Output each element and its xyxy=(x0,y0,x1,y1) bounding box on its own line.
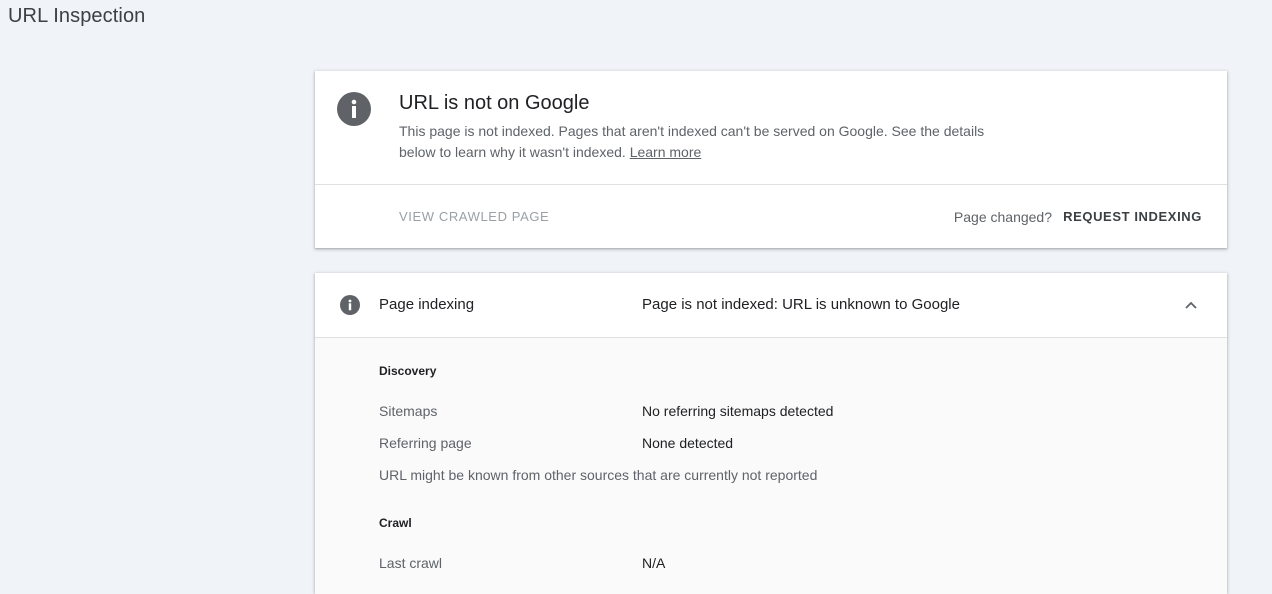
view-crawled-page-button[interactable]: VIEW CRAWLED PAGE xyxy=(399,209,549,224)
page-indexing-header[interactable]: Page indexing Page is not indexed: URL i… xyxy=(315,273,1227,338)
info-icon xyxy=(340,295,360,315)
status-summary: URL is not on Google This page is not in… xyxy=(315,71,1227,185)
page-indexing-label: Page indexing xyxy=(379,296,475,313)
crawl-heading: Crawl xyxy=(379,516,412,530)
request-indexing-button[interactable]: REQUEST INDEXING xyxy=(1063,209,1202,224)
page-changed-label: Page changed? xyxy=(953,209,1052,225)
status-description: This page is not indexed. Pages that are… xyxy=(399,121,989,163)
referring-page-label: Referring page xyxy=(379,435,472,451)
chevron-up-icon[interactable] xyxy=(1183,297,1199,313)
status-title: URL is not on Google xyxy=(399,92,590,114)
page-indexing-details: Discovery Sitemaps No referring sitemaps… xyxy=(315,338,1227,594)
page-indexing-value: Page is not indexed: URL is unknown to G… xyxy=(642,296,960,313)
discovery-note: URL might be known from other sources th… xyxy=(379,467,818,483)
last-crawl-label: Last crawl xyxy=(379,555,443,571)
page-title: URL Inspection xyxy=(8,5,146,27)
status-card: URL is not on Google This page is not in… xyxy=(315,71,1227,248)
discovery-heading: Discovery xyxy=(379,364,437,378)
info-icon xyxy=(337,92,371,126)
sitemaps-label: Sitemaps xyxy=(379,403,438,419)
referring-page-value: None detected xyxy=(642,435,734,451)
status-actions: VIEW CRAWLED PAGE Page changed? REQUEST … xyxy=(315,185,1227,248)
last-crawl-value: N/A xyxy=(642,555,666,571)
learn-more-link[interactable]: Learn more xyxy=(630,144,702,160)
page-indexing-card: Page indexing Page is not indexed: URL i… xyxy=(315,273,1227,594)
sitemaps-value: No referring sitemaps detected xyxy=(642,403,834,419)
